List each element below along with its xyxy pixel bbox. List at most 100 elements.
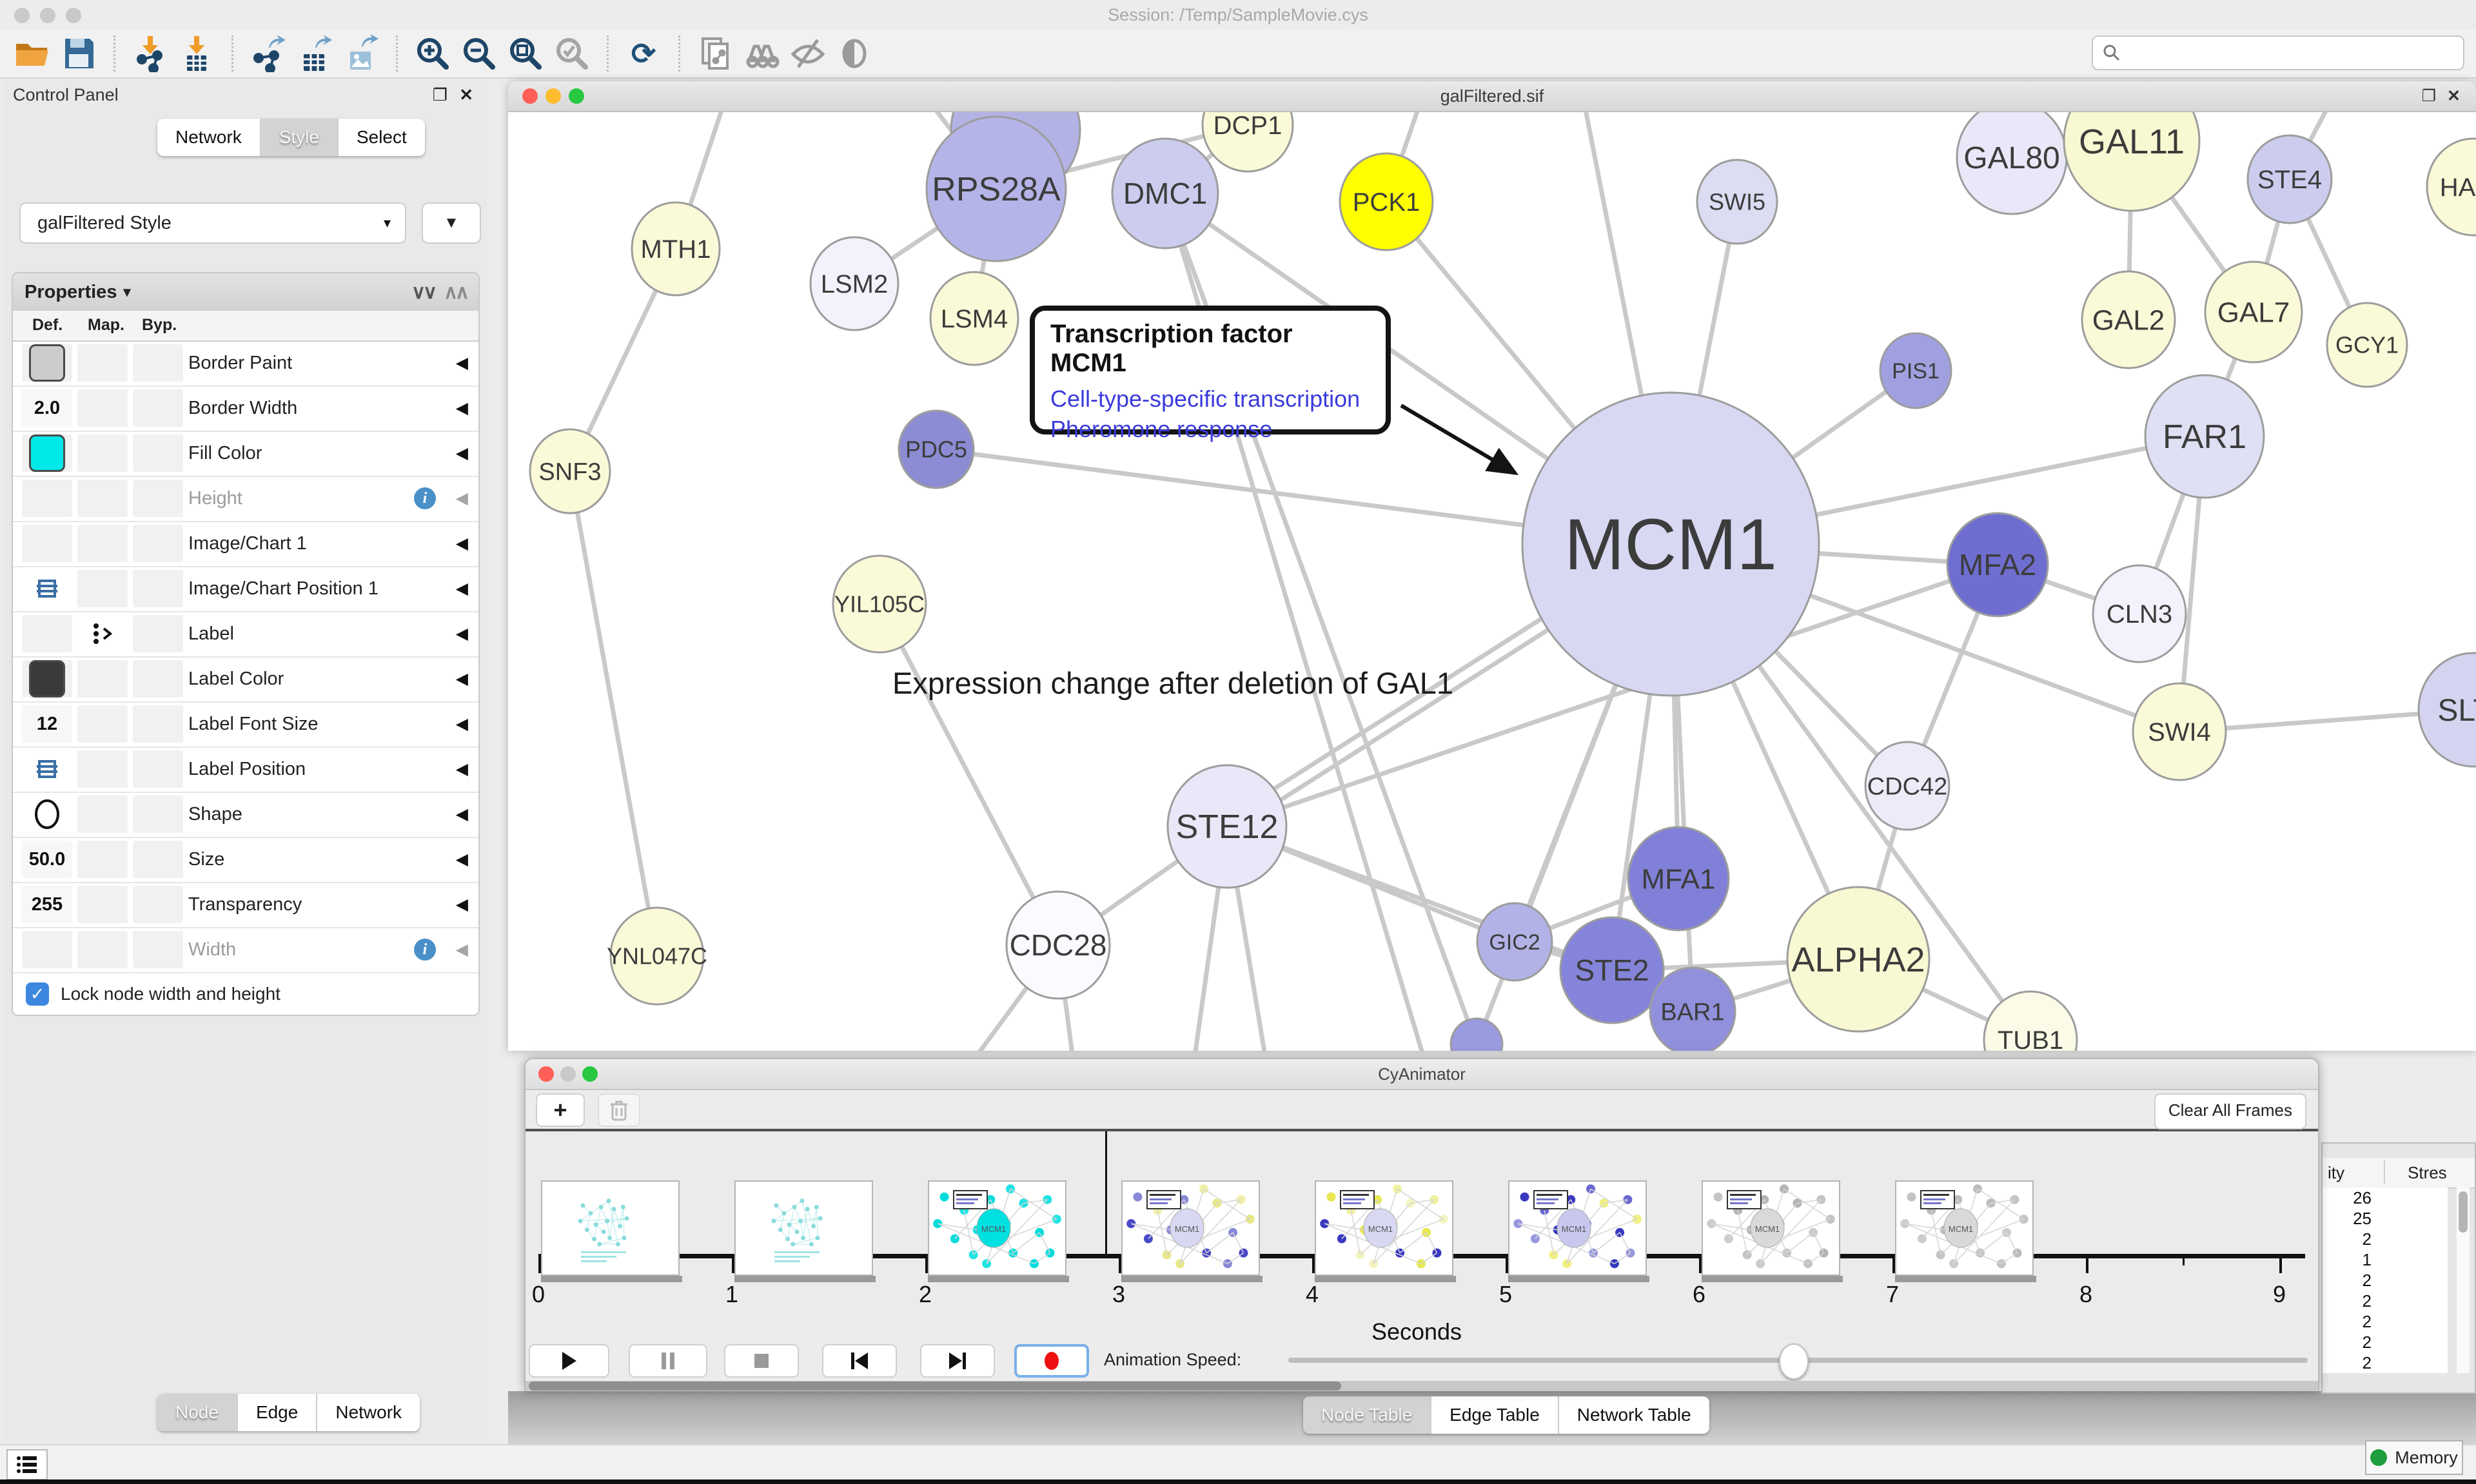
network-edge[interactable] (879, 604, 1058, 945)
property-row-transparency[interactable]: 255Transparency◀ (13, 883, 478, 928)
network-node-mfa2[interactable]: MFA2 (1947, 513, 2048, 616)
expand-row-icon[interactable]: ◀ (456, 353, 468, 373)
zoom-out-icon[interactable] (459, 34, 499, 73)
network-node-gal80[interactable]: GAL80 (1957, 112, 2067, 214)
table-row[interactable]: 2 (2323, 1229, 2448, 1249)
default-value-cell[interactable] (22, 660, 72, 698)
skip-to-end-button[interactable] (920, 1344, 995, 1378)
network-node-cdc42[interactable]: CDC42 (1865, 742, 1949, 830)
bypass-cell[interactable] (133, 705, 183, 743)
info-icon[interactable]: i (414, 939, 436, 961)
frame-thumbnail-4[interactable]: MCM1 (1315, 1180, 1453, 1276)
frame-thumbnail-5[interactable]: MCM1 (1508, 1180, 1647, 1276)
network-node-far1[interactable]: FAR1 (2145, 375, 2264, 498)
property-row-shape[interactable]: Shape◀ (13, 793, 478, 838)
tab-network-table[interactable]: Network Table (1559, 1396, 1709, 1434)
default-value-cell[interactable]: 12 (22, 705, 72, 743)
table-row[interactable]: 1 (2323, 1249, 2448, 1270)
open-file-icon[interactable] (12, 34, 52, 73)
network-edge[interactable] (570, 471, 657, 956)
default-value-cell[interactable] (22, 931, 72, 968)
default-value-cell[interactable] (22, 434, 72, 472)
hide-selected-icon[interactable] (788, 34, 828, 73)
property-row-width[interactable]: Widthi◀ (13, 928, 478, 973)
tab-edge-table[interactable]: Edge Table (1431, 1396, 1559, 1434)
network-node-gal11[interactable]: GAL11 (2064, 112, 2199, 211)
tab-select[interactable]: Select (339, 119, 425, 156)
column-divider[interactable] (2384, 1160, 2385, 1184)
column-header-stress[interactable]: Stres (2408, 1163, 2447, 1183)
close-panel-icon[interactable]: ✕ (459, 85, 473, 105)
save-icon[interactable] (59, 34, 99, 73)
table-row[interactable]: 2 (2323, 1291, 2448, 1311)
mapping-cell[interactable] (77, 525, 128, 562)
expand-all-icon[interactable]: ∨∨ (411, 281, 435, 304)
annotation-link[interactable]: Cell-type-specific transcription (1050, 384, 1370, 415)
expand-row-icon[interactable]: ◀ (456, 850, 468, 869)
bypass-cell[interactable] (133, 389, 183, 427)
network-node-gic2[interactable]: GIC2 (1477, 903, 1552, 981)
show-all-icon[interactable] (834, 34, 874, 73)
mapping-cell[interactable] (77, 796, 128, 833)
table-row[interactable]: 2 (2323, 1332, 2448, 1352)
add-frame-button[interactable]: + (536, 1093, 585, 1127)
network-node-pdc5[interactable]: PDC5 (899, 411, 974, 488)
bypass-cell[interactable] (133, 750, 183, 788)
property-row-label[interactable]: Label◀ (13, 612, 478, 658)
network-node-mfa1[interactable]: MFA1 (1628, 827, 1729, 930)
network-node-smallcut[interactable] (1451, 1019, 1502, 1051)
network-node-snf3[interactable]: SNF3 (530, 429, 610, 513)
frame-thumbnail-2[interactable]: MCM1 (928, 1180, 1066, 1276)
find-icon[interactable] (742, 34, 781, 73)
search-input[interactable] (2121, 39, 2463, 66)
tab-network[interactable]: Network (157, 119, 261, 156)
table-scrollbar[interactable] (2457, 1187, 2470, 1373)
slider-thumb[interactable] (1779, 1343, 1809, 1380)
network-node-ynl047c[interactable]: YNL047C (607, 908, 707, 1004)
mapping-cell[interactable] (77, 886, 128, 923)
stop-button[interactable] (724, 1344, 799, 1378)
mapping-cell[interactable] (77, 344, 128, 382)
table-row[interactable]: 25 (2323, 1208, 2448, 1229)
tab-network-bottom[interactable]: Network (317, 1394, 420, 1431)
text-annotation[interactable]: Expression change after deletion of GAL1 (892, 665, 1453, 701)
network-node-lsm4[interactable]: LSM4 (930, 272, 1018, 365)
network-node-pis1[interactable]: PIS1 (1880, 333, 1951, 408)
mapping-cell[interactable] (77, 480, 128, 517)
frame-thumbnail-7[interactable]: MCM1 (1895, 1180, 2034, 1276)
network-node-slt2[interactable]: SLT2 (2419, 653, 2476, 766)
bypass-cell[interactable] (133, 570, 183, 607)
duplicate-network-icon[interactable] (695, 34, 735, 73)
mapping-cell[interactable] (77, 931, 128, 968)
import-table-icon[interactable] (177, 34, 217, 73)
mapping-cell[interactable] (77, 841, 128, 878)
network-node-dmc1[interactable]: DMC1 (1112, 139, 1218, 248)
expand-row-icon[interactable]: ◀ (456, 444, 468, 463)
network-node-lsm2[interactable]: LSM2 (811, 237, 898, 330)
network-node-yil105c[interactable]: YIL105C (833, 556, 926, 652)
bypass-cell[interactable] (133, 886, 183, 923)
bypass-cell[interactable] (133, 525, 183, 562)
timeline[interactable]: 0123456789SecondsMCM1MCM1MCM1MCM1MCM1MCM… (526, 1131, 2318, 1341)
expand-row-icon[interactable]: ◀ (456, 669, 468, 688)
network-node-gal2[interactable]: GAL2 (2082, 271, 2175, 368)
network-node-pck1[interactable]: PCK1 (1340, 153, 1433, 250)
frame-thumbnail-0[interactable] (541, 1180, 680, 1276)
default-value-cell[interactable]: 2.0 (22, 389, 72, 427)
float-window-icon[interactable]: ❐ (2422, 86, 2436, 106)
zoom-selected-icon[interactable] (552, 34, 592, 73)
network-node-alpha2[interactable]: ALPHA2 (1787, 887, 1929, 1031)
property-row-fill-color[interactable]: Fill Color◀ (13, 432, 478, 477)
property-row-label-color[interactable]: Label Color◀ (13, 658, 478, 703)
expand-row-icon[interactable]: ◀ (456, 624, 468, 643)
network-node-hap2[interactable]: HAP2 (2427, 139, 2476, 235)
bypass-cell[interactable] (133, 841, 183, 878)
bypass-cell[interactable] (133, 796, 183, 833)
cyanimator-titlebar[interactable]: CyAnimator (526, 1059, 2318, 1090)
default-value-cell[interactable] (22, 615, 72, 652)
network-node-swi5[interactable]: SWI5 (1697, 160, 1777, 244)
mapping-cell[interactable] (77, 389, 128, 427)
import-network-icon[interactable] (130, 34, 170, 73)
annotation-link[interactable]: Pheromone response (1050, 415, 1370, 445)
network-node-gal7[interactable]: GAL7 (2205, 262, 2302, 362)
